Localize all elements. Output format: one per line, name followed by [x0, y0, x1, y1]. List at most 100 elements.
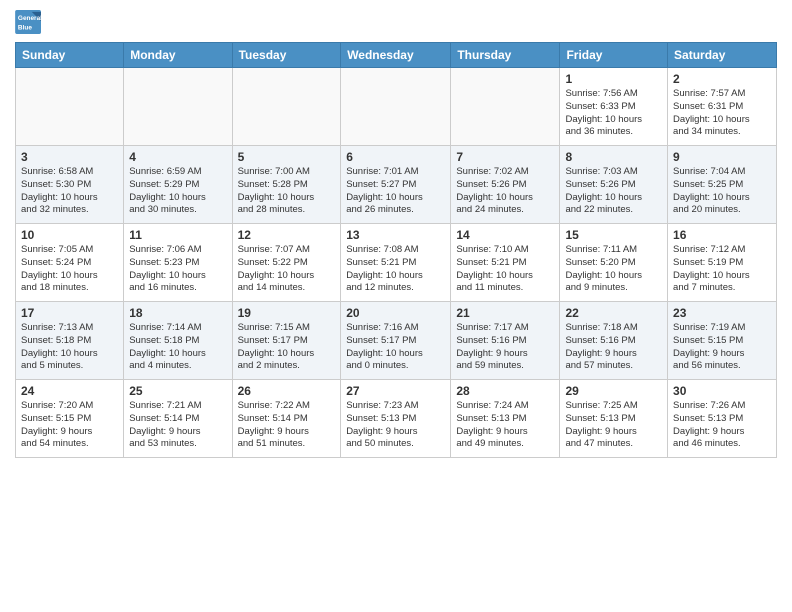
- calendar-row-4: 17 Sunrise: 7:13 AMSunset: 5:18 PMDayligh…: [16, 302, 777, 380]
- logo-icon: General Blue: [15, 10, 43, 34]
- calendar-cell: 29 Sunrise: 7:25 AMSunset: 5:13 PMDayligh…: [560, 380, 668, 458]
- calendar-cell: 3 Sunrise: 6:58 AMSunset: 5:30 PMDaylight…: [16, 146, 124, 224]
- calendar-cell: 14 Sunrise: 7:10 AMSunset: 5:21 PMDayligh…: [451, 224, 560, 302]
- day-number: 11: [129, 228, 226, 242]
- day-info: Sunrise: 7:22 AMSunset: 5:14 PMDaylight:…: [238, 400, 336, 451]
- day-info: Sunrise: 7:01 AMSunset: 5:27 PMDaylight:…: [346, 166, 445, 217]
- day-number: 13: [346, 228, 445, 242]
- day-info: Sunrise: 7:11 AMSunset: 5:20 PMDaylight:…: [565, 244, 662, 295]
- day-info: Sunrise: 7:57 AMSunset: 6:31 PMDaylight:…: [673, 88, 771, 139]
- day-number: 24: [21, 384, 118, 398]
- calendar-cell: 17 Sunrise: 7:13 AMSunset: 5:18 PMDayligh…: [16, 302, 124, 380]
- day-info: Sunrise: 6:59 AMSunset: 5:29 PMDaylight:…: [129, 166, 226, 217]
- day-info: Sunrise: 7:12 AMSunset: 5:19 PMDaylight:…: [673, 244, 771, 295]
- calendar-cell: 4Sunrise: 6:59 AMSunset: 5:29 PMDaylight…: [124, 146, 232, 224]
- day-info: Sunrise: 7:02 AMSunset: 5:26 PMDaylight:…: [456, 166, 554, 217]
- day-number: 23: [673, 306, 771, 320]
- day-number: 16: [673, 228, 771, 242]
- day-number: 10: [21, 228, 118, 242]
- day-info: Sunrise: 7:17 AMSunset: 5:16 PMDaylight:…: [456, 322, 554, 373]
- svg-text:Blue: Blue: [18, 24, 32, 31]
- calendar-cell: 23 Sunrise: 7:19 AMSunset: 5:15 PMDayligh…: [668, 302, 777, 380]
- day-number: 17: [21, 306, 118, 320]
- calendar-cell: 2 Sunrise: 7:57 AMSunset: 6:31 PMDaylight…: [668, 68, 777, 146]
- day-number: 14: [456, 228, 554, 242]
- day-info: Sunrise: 7:25 AMSunset: 5:13 PMDaylight:…: [565, 400, 662, 451]
- day-number: 26: [238, 384, 336, 398]
- day-info: Sunrise: 7:21 AMSunset: 5:14 PMDaylight:…: [129, 400, 226, 451]
- day-number: 21: [456, 306, 554, 320]
- calendar-cell: 15 Sunrise: 7:11 AMSunset: 5:20 PMDayligh…: [560, 224, 668, 302]
- svg-text:General: General: [18, 15, 42, 22]
- calendar-cell: 7 Sunrise: 7:02 AMSunset: 5:26 PMDaylight…: [451, 146, 560, 224]
- day-number: 7: [456, 150, 554, 164]
- day-info: Sunrise: 7:06 AMSunset: 5:23 PMDaylight:…: [129, 244, 226, 295]
- calendar-cell: 22 Sunrise: 7:18 AMSunset: 5:16 PMDayligh…: [560, 302, 668, 380]
- day-number: 15: [565, 228, 662, 242]
- calendar: SundayMondayTuesdayWednesdayThursdayFrid…: [15, 42, 777, 458]
- day-number: 12: [238, 228, 336, 242]
- calendar-row-5: 24 Sunrise: 7:20 AMSunset: 5:15 PMDayligh…: [16, 380, 777, 458]
- calendar-row-3: 10 Sunrise: 7:05 AMSunset: 5:24 PMDayligh…: [16, 224, 777, 302]
- day-number: 3: [21, 150, 118, 164]
- calendar-cell: 28 Sunrise: 7:24 AMSunset: 5:13 PMDayligh…: [451, 380, 560, 458]
- day-info: Sunrise: 7:20 AMSunset: 5:15 PMDaylight:…: [21, 400, 118, 451]
- day-number: 22: [565, 306, 662, 320]
- day-info: Sunrise: 7:14 AMSunset: 5:18 PMDaylight:…: [129, 322, 226, 373]
- calendar-cell: 12 Sunrise: 7:07 AMSunset: 5:22 PMDayligh…: [232, 224, 341, 302]
- day-info: Sunrise: 7:07 AMSunset: 5:22 PMDaylight:…: [238, 244, 336, 295]
- calendar-cell: 19Sunrise: 7:15 AMSunset: 5:17 PMDayligh…: [232, 302, 341, 380]
- col-header-monday: Monday: [124, 43, 232, 68]
- day-info: Sunrise: 6:58 AMSunset: 5:30 PMDaylight:…: [21, 166, 118, 217]
- calendar-cell: 26 Sunrise: 7:22 AMSunset: 5:14 PMDayligh…: [232, 380, 341, 458]
- day-number: 27: [346, 384, 445, 398]
- day-number: 8: [565, 150, 662, 164]
- calendar-cell: 11 Sunrise: 7:06 AMSunset: 5:23 PMDayligh…: [124, 224, 232, 302]
- day-info: Sunrise: 7:08 AMSunset: 5:21 PMDaylight:…: [346, 244, 445, 295]
- day-info: Sunrise: 7:03 AMSunset: 5:26 PMDaylight:…: [565, 166, 662, 217]
- calendar-cell: 24 Sunrise: 7:20 AMSunset: 5:15 PMDayligh…: [16, 380, 124, 458]
- day-info: Sunrise: 7:23 AMSunset: 5:13 PMDaylight:…: [346, 400, 445, 451]
- day-number: 20: [346, 306, 445, 320]
- day-info: Sunrise: 7:26 AMSunset: 5:13 PMDaylight:…: [673, 400, 771, 451]
- calendar-cell: [16, 68, 124, 146]
- calendar-cell: 21 Sunrise: 7:17 AMSunset: 5:16 PMDayligh…: [451, 302, 560, 380]
- day-info: Sunrise: 7:56 AMSunset: 6:33 PMDaylight:…: [565, 88, 662, 139]
- calendar-cell: 25 Sunrise: 7:21 AMSunset: 5:14 PMDayligh…: [124, 380, 232, 458]
- calendar-cell: 9 Sunrise: 7:04 AMSunset: 5:25 PMDaylight…: [668, 146, 777, 224]
- day-info: Sunrise: 7:15 AMSunset: 5:17 PMDaylight:…: [238, 322, 336, 373]
- col-header-sunday: Sunday: [16, 43, 124, 68]
- day-info: Sunrise: 7:04 AMSunset: 5:25 PMDaylight:…: [673, 166, 771, 217]
- header: General Blue: [15, 10, 777, 34]
- day-number: 2: [673, 72, 771, 86]
- calendar-row-1: 1 Sunrise: 7:56 AMSunset: 6:33 PMDaylight…: [16, 68, 777, 146]
- day-info: Sunrise: 7:18 AMSunset: 5:16 PMDaylight:…: [565, 322, 662, 373]
- calendar-cell: 13 Sunrise: 7:08 AMSunset: 5:21 PMDayligh…: [341, 224, 451, 302]
- page: General Blue SundayMondayTuesdayWednesda…: [0, 0, 792, 612]
- calendar-cell: 1 Sunrise: 7:56 AMSunset: 6:33 PMDaylight…: [560, 68, 668, 146]
- calendar-cell: 18Sunrise: 7:14 AMSunset: 5:18 PMDayligh…: [124, 302, 232, 380]
- day-number: 6: [346, 150, 445, 164]
- day-info: Sunrise: 7:24 AMSunset: 5:13 PMDaylight:…: [456, 400, 554, 451]
- calendar-cell: 10 Sunrise: 7:05 AMSunset: 5:24 PMDayligh…: [16, 224, 124, 302]
- day-info: Sunrise: 7:19 AMSunset: 5:15 PMDaylight:…: [673, 322, 771, 373]
- calendar-cell: [232, 68, 341, 146]
- day-number: 25: [129, 384, 226, 398]
- calendar-cell: 5Sunrise: 7:00 AMSunset: 5:28 PMDaylight…: [232, 146, 341, 224]
- calendar-cell: 16 Sunrise: 7:12 AMSunset: 5:19 PMDayligh…: [668, 224, 777, 302]
- day-number: 9: [673, 150, 771, 164]
- calendar-cell: [124, 68, 232, 146]
- day-number: 30: [673, 384, 771, 398]
- day-number: 5: [238, 150, 336, 164]
- day-number: 28: [456, 384, 554, 398]
- day-number: 1: [565, 72, 662, 86]
- day-info: Sunrise: 7:16 AMSunset: 5:17 PMDaylight:…: [346, 322, 445, 373]
- calendar-cell: 27 Sunrise: 7:23 AMSunset: 5:13 PMDayligh…: [341, 380, 451, 458]
- day-number: 29: [565, 384, 662, 398]
- day-info: Sunrise: 7:10 AMSunset: 5:21 PMDaylight:…: [456, 244, 554, 295]
- day-info: Sunrise: 7:05 AMSunset: 5:24 PMDaylight:…: [21, 244, 118, 295]
- col-header-friday: Friday: [560, 43, 668, 68]
- calendar-cell: [341, 68, 451, 146]
- col-header-wednesday: Wednesday: [341, 43, 451, 68]
- day-info: Sunrise: 7:13 AMSunset: 5:18 PMDaylight:…: [21, 322, 118, 373]
